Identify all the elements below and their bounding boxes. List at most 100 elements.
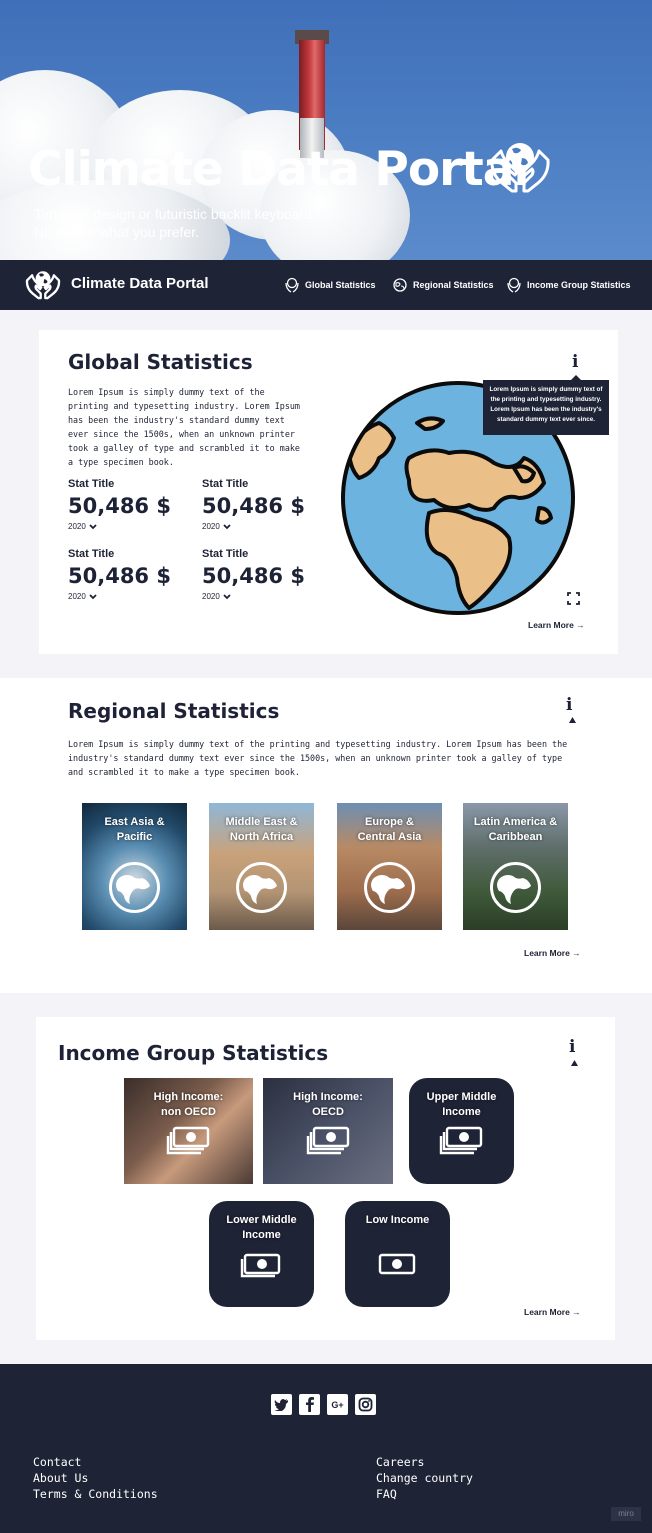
region-label-line: Caribbean — [488, 831, 543, 843]
stat-block: Stat Title 50,486 $ 2020 — [68, 478, 171, 531]
income-label: Lower Middle Income — [209, 1213, 314, 1243]
stat-block: Stat Title 50,486 $ 2020 — [202, 478, 305, 531]
year-value: 2020 — [202, 522, 220, 531]
google-plus-icon[interactable]: G+ — [327, 1394, 348, 1415]
instagram-icon[interactable] — [355, 1394, 376, 1415]
nav-link-label: Global Statistics — [305, 280, 376, 290]
money-stack-icon — [240, 1253, 281, 1278]
globe-hands-logo-icon[interactable] — [24, 269, 62, 301]
income-label-line: Income — [442, 1106, 481, 1118]
fullscreen-icon[interactable] — [567, 592, 580, 605]
info-tooltip: Lorem Ipsum is simply dummy text of the … — [483, 375, 609, 435]
income-label-line: Income — [242, 1229, 281, 1241]
region-label-line: Central Asia — [357, 831, 422, 843]
money-stack-icon — [306, 1126, 350, 1155]
income-label: Upper Middle Income — [409, 1090, 514, 1120]
region-label: Europe & Central Asia — [337, 815, 442, 845]
footer-link-about-us[interactable]: About Us — [33, 1470, 88, 1486]
income-label-line: High Income: — [293, 1091, 363, 1103]
footer-link-faq[interactable]: FAQ — [376, 1486, 397, 1502]
year-select[interactable]: 2020 — [202, 522, 305, 531]
region-tile-east-asia-pacific[interactable]: East Asia & Pacific — [82, 803, 187, 930]
global-statistics-card: Global Statistics Lorem Ipsum is simply … — [39, 330, 618, 654]
region-label-line: Europe & — [365, 816, 414, 828]
info-icon[interactable]: i — [572, 352, 578, 372]
section-title: Regional Statistics — [68, 699, 280, 723]
region-label: Middle East & North Africa — [209, 815, 314, 845]
income-label-line: OECD — [312, 1106, 344, 1118]
globe-hands-icon — [285, 277, 299, 293]
hero-banner: Climate Data Portal Timeless design or f… — [0, 0, 652, 260]
chevron-down-icon — [223, 593, 231, 599]
income-group-statistics-card: Income Group Statistics i High Income: no… — [36, 1017, 615, 1340]
income-label: High Income: OECD — [263, 1090, 393, 1120]
stat-block: Stat Title 50,486 $ 2020 — [68, 548, 171, 601]
top-navbar: Climate Data Portal Global Statistics Re… — [0, 260, 652, 310]
stat-title: Stat Title — [68, 478, 115, 490]
hero-subtitle: Timeless design or futuristic backlit ke… — [34, 205, 320, 241]
income-tile-high-income-oecd[interactable]: High Income: OECD — [263, 1078, 393, 1184]
income-tile-lower-middle-income[interactable]: Lower Middle Income — [209, 1201, 314, 1307]
income-label-line: High Income: — [153, 1091, 224, 1103]
income-label-line: non OECD — [161, 1106, 216, 1118]
learn-more-link[interactable]: Learn More → — [528, 620, 585, 630]
chevron-down-icon — [89, 593, 97, 599]
year-select[interactable]: 2020 — [202, 592, 305, 601]
region-tile-middle-east-north-africa[interactable]: Middle East & North Africa — [209, 803, 314, 930]
caret-up-icon — [569, 717, 576, 723]
stat-block: Stat Title 50,486 $ 2020 — [202, 548, 305, 601]
region-label-line: Latin America & — [473, 816, 558, 828]
stat-value: 50,486 $ — [202, 564, 305, 588]
globe-hands-icon — [507, 277, 521, 293]
income-tile-low-income[interactable]: Low Income — [345, 1201, 450, 1307]
region-label-line: Middle East & — [225, 816, 298, 828]
learn-more-link[interactable]: Learn More → — [524, 948, 581, 958]
money-icon — [378, 1253, 416, 1275]
region-tile-europe-central-asia[interactable]: Europe & Central Asia — [337, 803, 442, 930]
stat-value: 50,486 $ — [68, 564, 171, 588]
income-label-line: Low Income — [365, 1214, 430, 1226]
footer: G+ Contact About Us Terms & Conditions C… — [0, 1364, 652, 1533]
caret-up-icon — [571, 1060, 578, 1066]
facebook-icon[interactable] — [299, 1394, 320, 1415]
section-title: Income Group Statistics — [58, 1041, 329, 1065]
nav-link-global-statistics[interactable]: Global Statistics — [284, 277, 376, 293]
region-tile-latin-america-caribbean[interactable]: Latin America & Caribbean — [463, 803, 568, 930]
income-label-line: Upper Middle — [426, 1091, 497, 1103]
miro-badge[interactable]: miro — [611, 1507, 641, 1521]
year-select[interactable]: 2020 — [68, 592, 171, 601]
year-select[interactable]: 2020 — [68, 522, 171, 531]
money-stack-icon — [166, 1126, 210, 1155]
info-icon[interactable]: i — [569, 1037, 575, 1057]
income-label: Low Income — [345, 1213, 450, 1228]
stat-title: Stat Title — [202, 478, 249, 490]
nav-link-income-group-statistics[interactable]: Income Group Statistics — [506, 277, 631, 293]
year-value: 2020 — [68, 522, 86, 531]
nav-link-regional-statistics[interactable]: Regional Statistics — [392, 277, 494, 293]
footer-link-contact[interactable]: Contact — [33, 1454, 81, 1470]
info-icon[interactable]: i — [566, 695, 572, 715]
learn-more-link[interactable]: Learn More → — [524, 1307, 581, 1317]
income-tile-high-income-non-oecd[interactable]: High Income: non OECD — [124, 1078, 253, 1184]
hero-title: Climate Data Portal — [28, 142, 530, 197]
section-description: Lorem Ipsum is simply dummy text of the … — [68, 387, 300, 467]
region-label-line: East Asia & — [104, 816, 165, 828]
stat-value: 50,486 $ — [68, 494, 171, 518]
globe-icon — [109, 862, 160, 913]
money-stack-icon — [439, 1126, 483, 1155]
globe-icon — [393, 278, 407, 292]
nav-brand[interactable]: Climate Data Portal — [71, 275, 209, 292]
region-label-line: North Africa — [229, 831, 294, 843]
twitter-icon[interactable] — [271, 1394, 292, 1415]
footer-link-change-country[interactable]: Change country — [376, 1470, 473, 1486]
globe-icon — [236, 862, 287, 913]
income-tile-upper-middle-income[interactable]: Upper Middle Income — [409, 1078, 514, 1184]
section-title: Global Statistics — [68, 350, 253, 374]
chevron-down-icon — [89, 523, 97, 529]
footer-link-careers[interactable]: Careers — [376, 1454, 424, 1470]
income-label-line: Lower Middle — [226, 1214, 297, 1226]
footer-link-terms[interactable]: Terms & Conditions — [33, 1486, 158, 1502]
year-value: 2020 — [68, 592, 86, 601]
chevron-down-icon — [223, 523, 231, 529]
region-label: East Asia & Pacific — [82, 815, 187, 845]
